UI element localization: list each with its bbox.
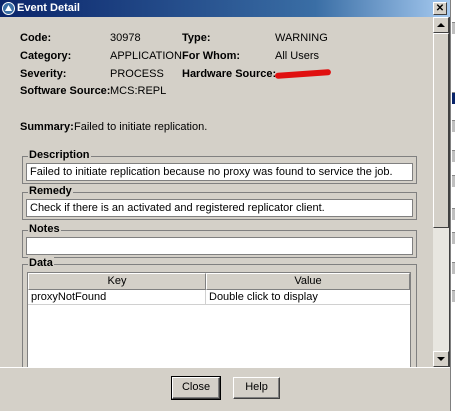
notes-field[interactable] [26, 237, 413, 255]
column-header-value[interactable]: Value [206, 273, 410, 290]
remedy-group: Remedy Check if there is an activated an… [22, 185, 417, 220]
redaction-mark [274, 69, 332, 80]
dialog-content: Code: 30978 Type: WARNING Category: APPL… [1, 17, 433, 367]
data-title: Data [28, 257, 54, 269]
cell-key: proxyNotFound [28, 290, 206, 305]
cell-value: Double click to display [209, 291, 318, 303]
remedy-title: Remedy [28, 185, 73, 197]
code-value: 30978 [110, 32, 141, 44]
category-label: Category: [20, 50, 72, 62]
data-table[interactable]: Key Value proxyNotFound Double click to … [27, 272, 411, 367]
description-title: Description [28, 149, 91, 161]
notes-title: Notes [28, 223, 61, 235]
scrollbar-thumb[interactable] [433, 33, 449, 228]
data-group: Data Key Value proxyNotFound Double clic… [22, 257, 417, 367]
software-source-label: Software Source: [20, 85, 111, 97]
background-app-strip [450, 0, 455, 411]
window-title: Event Detail [17, 2, 80, 14]
table-row[interactable]: proxyNotFound Double click to display [28, 290, 410, 305]
type-value: WARNING [275, 32, 328, 44]
close-icon: ✕ [435, 3, 445, 14]
code-label: Code: [20, 32, 52, 44]
vertical-scrollbar[interactable] [433, 17, 449, 367]
severity-value: PROCESS [110, 68, 164, 80]
close-button[interactable]: Close [171, 376, 221, 400]
arrow-up-icon [437, 23, 445, 27]
table-header: Key Value [28, 273, 410, 290]
type-label: Type: [182, 32, 211, 44]
hardware-source-value [274, 68, 332, 80]
description-field[interactable]: Failed to initiate replication because n… [26, 163, 413, 181]
category-value: APPLICATION [110, 50, 182, 62]
remedy-field[interactable]: Check if there is an activated and regis… [26, 199, 413, 217]
dialog-footer: Close Help [0, 367, 450, 411]
summary-value: Failed to initiate replication. [74, 121, 208, 133]
app-icon [2, 2, 15, 15]
help-button[interactable]: Help [233, 377, 280, 399]
severity-label: Severity: [20, 68, 67, 80]
title-bar[interactable]: Event Detail ✕ [0, 0, 450, 17]
for-whom-value: All Users [275, 50, 320, 62]
column-header-key[interactable]: Key [28, 273, 206, 290]
scroll-down-button[interactable] [433, 351, 449, 367]
for-whom-label: For Whom: [182, 50, 241, 62]
hardware-source-label: Hardware Source: [182, 68, 277, 80]
event-detail-dialog: Event Detail ✕ Code: 30978 Type: WARNING… [0, 0, 450, 411]
software-source-value: MCS:REPL [110, 85, 167, 97]
notes-group: Notes [22, 223, 417, 258]
scroll-up-button[interactable] [433, 17, 449, 33]
arrow-down-icon [437, 357, 445, 361]
close-window-button[interactable]: ✕ [433, 2, 447, 15]
description-group: Description Failed to initiate replicati… [22, 149, 417, 184]
summary-label: Summary: [20, 121, 74, 133]
